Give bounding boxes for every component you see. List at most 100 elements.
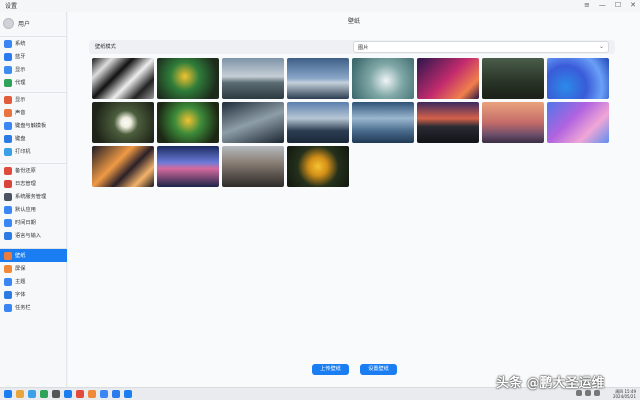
wallpaper-thumbnail-daisy[interactable] [92,102,154,143]
sidebar-item[interactable]: 键盘与触摸板 [0,119,67,132]
wallpaper-thumbnail-road-sunset[interactable] [417,102,479,143]
sidebar-item-label: 系统 [15,41,26,47]
wallpaper-thumbnail-pink-gradient[interactable] [417,58,479,99]
wallpaper-thumbnail-parrot[interactable] [157,58,219,99]
sidebar-item[interactable]: 系统 [0,37,67,50]
clock[interactable]: 周四 15:49 2024/05/21 [613,389,636,399]
title-bar: 设置 ≡ — ☐ ✕ [0,0,640,12]
wallpaper-thumbnail-flowers[interactable] [157,102,219,143]
taskbar-app-icon[interactable] [16,390,24,398]
wallpaper-thumbnail-peach-mountains[interactable] [482,102,544,143]
sidebar-item[interactable]: 备份还原 [0,164,67,177]
taskbar-app-icon[interactable] [4,390,12,398]
watermark: 头条 @鹏大圣运维 [496,376,605,391]
sidebar-item-label: 字体 [15,292,26,298]
sidebar-item[interactable]: 代理 [0,76,67,89]
sidebar-item-label: 声音 [15,110,26,116]
sidebar-item-label: 语言与输入 [15,233,41,239]
sidebar-item-label: 时间日期 [15,220,36,226]
sidebar-item-label: 默认应用 [15,207,36,213]
sidebar-item[interactable]: 默认应用 [0,203,67,216]
taskbar-app-icon[interactable] [64,390,72,398]
wallpaper-thumbnail-orange-petals[interactable] [92,146,154,187]
sidebar-item[interactable]: 键盘 [0,132,67,145]
sidebar-item[interactable]: 打印机 [0,145,67,158]
settings-category-icon [4,251,12,260]
settings-category-icon [4,39,12,48]
sidebar-item-label: 屏保 [15,266,26,272]
settings-category-icon [4,108,12,117]
sidebar-group: 备份还原日志管理系统服务管理 默认应用时间日期语言与输入 [0,163,67,242]
sidebar-item[interactable]: 日志管理 [0,177,67,190]
sidebar-item-label: 系统服务管理 [15,194,47,200]
taskbar-app-icon[interactable] [76,390,84,398]
taskbar-app-icon[interactable] [40,390,48,398]
settings-category-icon [4,218,12,227]
wallpaper-mode-select[interactable]: 图片 ⌄ [353,41,609,53]
minimize-icon[interactable]: — [599,1,606,9]
upload-wallpaper-button[interactable]: 上传壁纸 [312,364,349,375]
window-title: 设置 [5,3,18,10]
wallpaper-thumbnail-zebra[interactable] [92,58,154,99]
sidebar-item[interactable]: 字体 [0,288,67,301]
clock-date: 2024/05/21 [612,394,636,399]
wallpaper-grid [92,58,609,187]
sidebar-item[interactable]: 屏保 [0,262,67,275]
wallpaper-thumbnail-white-heron[interactable] [352,58,414,99]
settings-category-icon [4,65,12,74]
sidebar-item[interactable]: 壁纸 [0,249,67,262]
sidebar-item[interactable]: 蓝牙 [0,50,67,63]
user-label: 用户 [18,20,31,28]
sidebar-item[interactable]: 声音 [0,106,67,119]
taskbar-app-icon[interactable] [28,390,36,398]
settings-category-icon [4,179,12,188]
settings-category-icon [4,192,12,201]
settings-category-icon [4,205,12,214]
sidebar-item-label: 备份还原 [15,168,36,174]
wallpaper-thumbnail-misty-hills[interactable] [352,102,414,143]
sidebar-item[interactable]: 时间日期 [0,216,67,229]
chevron-down-icon: ⌄ [598,43,604,50]
taskbar-app-icon[interactable] [52,390,60,398]
sidebar-item[interactable]: 显示 [0,63,67,76]
wallpaper-thumbnail-sunflower[interactable] [287,146,349,187]
set-wallpaper-button[interactable]: 设置壁纸 [360,364,397,375]
taskbar-app-icon[interactable] [100,390,108,398]
settings-category-icon [4,78,12,87]
menu-icon[interactable]: ≡ [584,1,590,9]
settings-category-icon [4,95,12,104]
settings-category-icon [4,134,12,143]
sidebar-item[interactable]: 显示 [0,93,67,106]
wallpaper-thumbnail-lake-town[interactable] [287,102,349,143]
wallpaper-thumbnail-pink-waves[interactable] [547,102,609,143]
taskbar-app-icon[interactable] [112,390,120,398]
taskbar-app-icon[interactable] [88,390,96,398]
sidebar-item-label: 壁纸 [15,253,26,259]
sidebar-item-label: 键盘与触摸板 [15,123,47,129]
maximize-icon[interactable]: ☐ [615,1,621,9]
wallpaper-thumbnail-elephant[interactable] [482,58,544,99]
sidebar-item[interactable]: 系统服务管理 [0,190,67,203]
wallpaper-thumbnail-sunset-sea[interactable] [287,58,349,99]
sidebar-item-label: 任务栏 [15,305,31,311]
wallpaper-thumbnail-foggy-forest[interactable] [222,102,284,143]
settings-category-icon [4,277,12,286]
wallpaper-thumbnail-blue-coast[interactable] [157,146,219,187]
wallpaper-thumbnail-rocky-peaks[interactable] [222,146,284,187]
taskbar-app-icon[interactable] [124,390,132,398]
sidebar-item[interactable]: 语言与输入 [0,229,67,242]
settings-category-icon [4,290,12,299]
sidebar-group: 系统蓝牙 显示代理 [0,36,67,89]
settings-category-icon [4,121,12,130]
wallpaper-thumbnail-mountain-lake[interactable] [222,58,284,99]
sidebar-item[interactable]: 主题 [0,275,67,288]
sidebar: 用户 系统 蓝牙 显示 代理 显示 声音 键盘与触摸板 键盘 打印机 备份还原 日志管理 系统服务管理… [0,12,67,387]
close-icon[interactable]: ✕ [630,1,636,9]
user-entry[interactable]: 用户 [3,16,30,30]
settings-category-icon [4,264,12,273]
page-title: 壁纸 [347,18,360,25]
sidebar-item-label: 代理 [15,80,26,86]
sidebar-item-label: 日志管理 [15,181,36,187]
sidebar-item[interactable]: 任务栏 [0,301,67,314]
wallpaper-thumbnail-blue-swirl[interactable] [547,58,609,99]
